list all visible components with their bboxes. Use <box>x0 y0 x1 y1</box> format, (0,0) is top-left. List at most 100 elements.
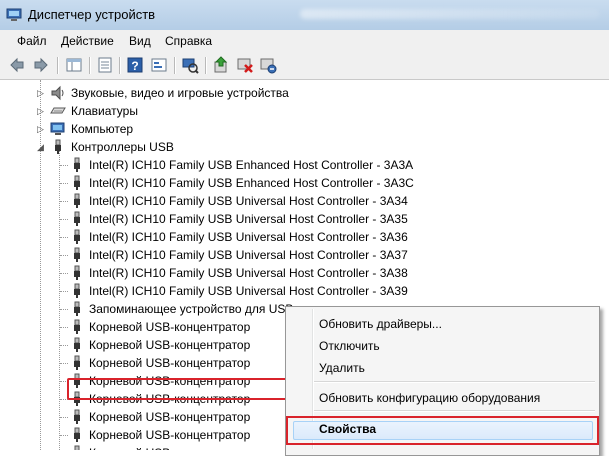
collapse-arrow-icon[interactable]: ◢ <box>37 143 44 152</box>
tree-category-label: Клавиатуры <box>71 104 138 118</box>
annotation-highlight-box <box>67 378 295 400</box>
usb-device-row[interactable]: Intel(R) ICH10 Family USB Enhanced Host … <box>0 174 609 192</box>
scan-hardware-icon[interactable] <box>181 56 199 74</box>
usb-device-label: Intel(R) ICH10 Family USB Universal Host… <box>89 212 408 226</box>
usb-device-row[interactable]: Intel(R) ICH10 Family USB Universal Host… <box>0 264 609 282</box>
menu-item-update-drivers[interactable]: Обновить драйверы... <box>319 317 442 331</box>
expand-arrow-icon[interactable]: ▷ <box>37 107 44 116</box>
toolbar-separator <box>174 57 176 74</box>
usb-device-label: Корневой USB-концентратор <box>89 320 251 334</box>
usb-device-row[interactable]: Intel(R) ICH10 Family USB Enhanced Host … <box>0 156 609 174</box>
menu-action[interactable]: Действие <box>61 34 114 48</box>
usb-device-label: Intel(R) ICH10 Family USB Universal Host… <box>89 194 408 208</box>
usb-device-label: Запоминающее устройство для USB <box>89 302 294 316</box>
tree-category-sound[interactable]: ▷ Звуковые, видео и игровые устройства <box>0 84 609 102</box>
usb-device-row[interactable]: Intel(R) ICH10 Family USB Universal Host… <box>0 210 609 228</box>
toolbar: ? <box>0 52 609 80</box>
disable-device-icon[interactable] <box>236 56 254 74</box>
tree-connector <box>60 417 68 418</box>
usb-device-label: Intel(R) ICH10 Family USB Universal Host… <box>89 266 408 280</box>
tree-connector <box>60 255 68 256</box>
usb-device-row[interactable]: Intel(R) ICH10 Family USB Universal Host… <box>0 246 609 264</box>
blurred-path-text <box>300 9 600 19</box>
menu-item-disable[interactable]: Отключить <box>319 339 380 353</box>
tree-category-keyboards[interactable]: ▷ Клавиатуры <box>0 102 609 120</box>
tree-connector <box>60 201 68 202</box>
usb-device-label: Корневой USB-концентратор <box>89 338 251 352</box>
speaker-icon <box>51 85 64 101</box>
menu-separator <box>314 410 595 412</box>
tree-category-label: Звуковые, видео и игровые устройства <box>71 86 289 100</box>
usb-device-row[interactable]: Intel(R) ICH10 Family USB Universal Host… <box>0 192 609 210</box>
usb-plug-icon <box>74 301 80 316</box>
context-menu: Обновить драйверы... Отключить Удалить О… <box>285 306 600 456</box>
usb-device-label: Intel(R) ICH10 Family USB Universal Host… <box>89 284 408 298</box>
action-pane-icon[interactable] <box>150 56 168 74</box>
usb-plug-icon <box>74 427 80 442</box>
help-icon[interactable]: ? <box>126 56 144 74</box>
tree-connector <box>60 183 68 184</box>
usb-plug-icon <box>74 319 80 334</box>
keyboard-icon <box>50 107 66 114</box>
usb-plug-icon <box>74 157 80 172</box>
tree-connector <box>60 309 68 310</box>
usb-plug-icon <box>74 355 80 370</box>
properties-sheet-icon[interactable] <box>96 56 114 74</box>
toolbar-separator <box>57 57 59 74</box>
toolbar-separator <box>89 57 91 74</box>
usb-plug-icon <box>74 193 80 208</box>
tree-connector <box>60 435 68 436</box>
console-tree-icon[interactable] <box>65 56 83 74</box>
expand-arrow-icon[interactable]: ▷ <box>37 89 44 98</box>
usb-plug-icon <box>74 229 80 244</box>
usb-plug-icon <box>74 247 80 262</box>
svg-text:?: ? <box>131 59 138 73</box>
usb-device-label: Intel(R) ICH10 Family USB Universal Host… <box>89 230 408 244</box>
usb-plug-icon <box>55 139 61 154</box>
tree-category-usb-controllers[interactable]: ◢ Контроллеры USB <box>0 138 609 156</box>
menu-bar: Файл Действие Вид Справка <box>0 30 609 52</box>
tree-connector <box>60 363 68 364</box>
uninstall-device-icon[interactable] <box>259 56 277 74</box>
title-bar: Диспетчер устройств <box>0 0 609 30</box>
back-arrow-icon[interactable] <box>8 56 26 74</box>
expand-arrow-icon[interactable]: ▷ <box>37 125 44 134</box>
tree-category-label: Контроллеры USB <box>71 140 174 154</box>
usb-device-label: Intel(R) ICH10 Family USB Enhanced Host … <box>89 176 414 190</box>
usb-device-label: Intel(R) ICH10 Family USB Enhanced Host … <box>89 158 414 172</box>
tree-category-computer[interactable]: ▷ Компьютер <box>0 120 609 138</box>
menu-item-properties[interactable]: Свойства <box>319 422 376 436</box>
window-title: Диспетчер устройств <box>28 7 156 22</box>
usb-plug-icon <box>74 211 80 226</box>
menu-item-uninstall[interactable]: Удалить <box>319 361 365 375</box>
usb-device-label: Intel(R) ICH10 Family USB Universal Host… <box>89 248 408 262</box>
usb-plug-icon <box>74 337 80 352</box>
usb-device-row[interactable]: Intel(R) ICH10 Family USB Universal Host… <box>0 282 609 300</box>
device-manager-icon <box>6 8 22 21</box>
usb-plug-icon <box>74 445 80 450</box>
tree-category-label: Компьютер <box>71 122 134 136</box>
usb-plug-icon <box>74 265 80 280</box>
tree-connector <box>60 291 68 292</box>
usb-device-label: Корневой USB-концентратор <box>89 428 251 442</box>
usb-plug-icon <box>74 409 80 424</box>
toolbar-separator <box>119 57 121 74</box>
tree-connector <box>60 237 68 238</box>
tree-connector <box>60 219 68 220</box>
tree-connector <box>60 327 68 328</box>
menu-help[interactable]: Справка <box>165 34 212 48</box>
update-driver-icon[interactable] <box>212 56 230 74</box>
usb-device-label: Корневой USB-концентратор <box>89 356 251 370</box>
forward-arrow-icon[interactable] <box>32 56 50 74</box>
menu-item-scan-hardware[interactable]: Обновить конфигурацию оборудования <box>319 391 540 405</box>
tree-connector <box>60 273 68 274</box>
menu-view[interactable]: Вид <box>129 34 151 48</box>
menu-file[interactable]: Файл <box>17 34 47 48</box>
computer-icon <box>50 122 65 135</box>
usb-device-row[interactable]: Intel(R) ICH10 Family USB Universal Host… <box>0 228 609 246</box>
usb-plug-icon <box>74 175 80 190</box>
toolbar-separator <box>205 57 207 74</box>
tree-connector <box>60 345 68 346</box>
usb-device-label: Корневой USB-концентратор <box>89 410 251 424</box>
usb-plug-icon <box>74 283 80 298</box>
